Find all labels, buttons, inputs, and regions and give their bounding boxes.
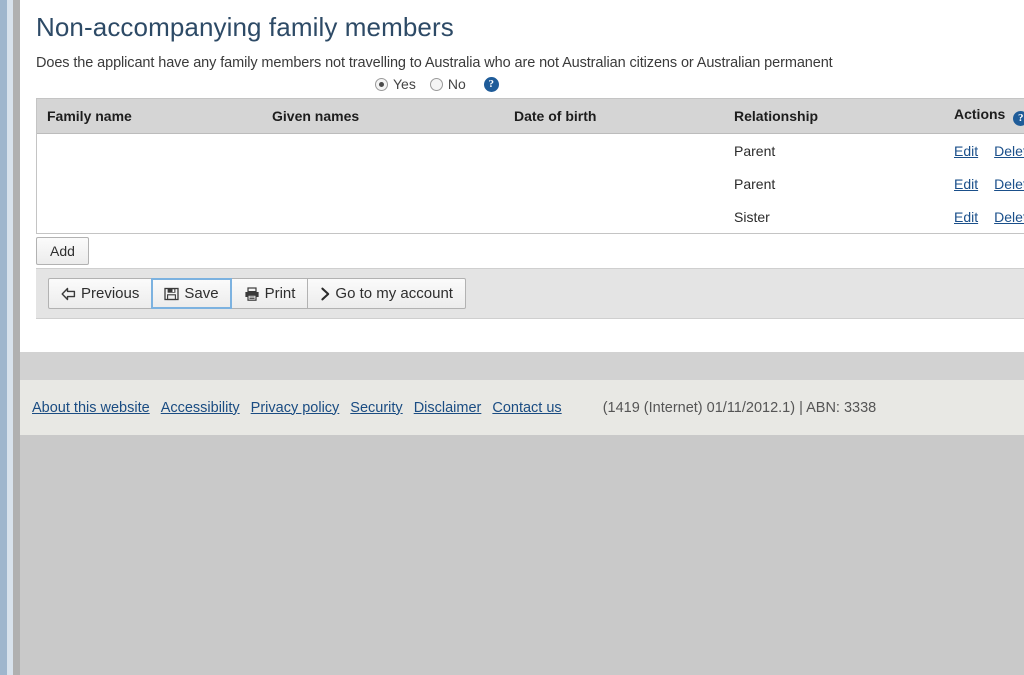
cell-given-names	[262, 200, 504, 234]
header-given-names: Given names	[262, 99, 504, 135]
cell-given-names	[262, 133, 504, 168]
footer-spacer-band	[20, 352, 1024, 380]
footer-links: About this website Accessibility Privacy p…	[32, 400, 573, 416]
radio-no[interactable]	[429, 77, 443, 91]
header-date-of-birth: Date of birth	[504, 99, 724, 135]
window-left-edge-outer	[0, 0, 7, 675]
yes-no-radio-group: Yes No ?	[375, 71, 1024, 98]
header-family-name: Family name	[37, 99, 262, 135]
cell-date-of-birth	[504, 167, 724, 201]
table-row: Parent Edit Delete	[37, 133, 1024, 168]
delete-link[interactable]: Delete	[994, 143, 1024, 159]
radio-no-label: No	[447, 76, 466, 93]
cell-relationship: Parent	[724, 167, 944, 201]
footer-link-security[interactable]: Security	[350, 400, 402, 416]
table-body: Parent Edit Delete Parent Edit Delete	[37, 133, 1024, 234]
radio-yes[interactable]	[375, 77, 388, 91]
header-actions: Actions ?	[944, 99, 1024, 135]
printer-icon	[244, 287, 260, 301]
edit-link[interactable]: Edit	[954, 209, 978, 225]
go-to-my-account-button[interactable]: Go to my account	[307, 278, 466, 310]
save-button-label: Save	[184, 285, 219, 303]
save-button[interactable]: Save	[151, 278, 232, 310]
footer-version-text: (1419 (Internet) 01/11/2012.1) | ABN: 33…	[602, 399, 877, 416]
previous-button-label: Previous	[81, 285, 140, 303]
cell-actions: Edit Delete	[944, 133, 1024, 168]
go-to-my-account-label: Go to my account	[335, 285, 453, 303]
cell-actions: Edit Delete	[944, 200, 1024, 234]
page-background-fill	[20, 435, 1024, 675]
add-button[interactable]: Add	[36, 237, 89, 266]
footer-link-accessibility[interactable]: Accessibility	[161, 400, 240, 416]
page-root: Non-accompanying family members Does the…	[0, 0, 1024, 675]
footer-link-disclaimer[interactable]: Disclaimer	[414, 400, 482, 416]
print-button-label: Print	[264, 285, 296, 303]
header-relationship: Relationship	[724, 99, 944, 135]
cell-relationship: Parent	[724, 133, 944, 168]
cell-family-name	[37, 133, 262, 168]
print-button[interactable]: Print	[230, 278, 309, 310]
delete-link[interactable]: Delete	[994, 209, 1024, 225]
radio-yes-label: Yes	[393, 76, 416, 93]
cell-date-of-birth	[504, 200, 724, 234]
chevron-right-icon	[320, 287, 330, 301]
cell-given-names	[262, 167, 504, 201]
footer-link-contact-us[interactable]: Contact us	[492, 400, 561, 416]
family-members-table: Family name Given names Date of birth Re…	[37, 99, 1024, 234]
cell-actions: Edit Delete	[944, 167, 1024, 201]
add-button-bar: Add	[36, 234, 1024, 269]
cell-family-name	[37, 200, 262, 234]
footer-link-privacy-policy[interactable]: Privacy policy	[251, 400, 340, 416]
footer-link-about-this-website[interactable]: About this website	[32, 400, 150, 416]
question-text: Does the applicant have any family membe…	[36, 55, 833, 72]
page-title: Non-accompanying family members	[36, 12, 454, 42]
delete-link[interactable]: Delete	[994, 176, 1024, 192]
actions-help-icon[interactable]: ?	[1013, 111, 1024, 127]
edit-link[interactable]: Edit	[954, 176, 978, 192]
footer: About this website Accessibility Privacy p…	[20, 380, 1024, 435]
cell-relationship: Sister	[724, 200, 944, 234]
header-actions-label: Actions	[954, 106, 1006, 123]
table-header-row: Family name Given names Date of birth Re…	[37, 99, 1024, 135]
cell-date-of-birth	[504, 133, 724, 168]
table-row: Parent Edit Delete	[37, 167, 1024, 201]
question-help-icon[interactable]: ?	[483, 76, 499, 92]
navigation-button-group: Previous Save Print Go to my account	[48, 278, 466, 310]
arrow-left-icon	[61, 287, 76, 301]
previous-button[interactable]: Previous	[48, 278, 153, 310]
main-content-card: Non-accompanying family members Does the…	[20, 0, 1024, 352]
floppy-disk-icon	[164, 287, 180, 301]
cell-family-name	[37, 167, 262, 201]
navigation-button-strip: Previous Save Print Go to my account	[36, 268, 1024, 320]
edit-link[interactable]: Edit	[954, 143, 978, 159]
family-members-table-wrapper: Family name Given names Date of birth Re…	[36, 98, 1024, 235]
window-left-edge-shadow	[13, 0, 20, 675]
table-row: Sister Edit Delete	[37, 200, 1024, 234]
